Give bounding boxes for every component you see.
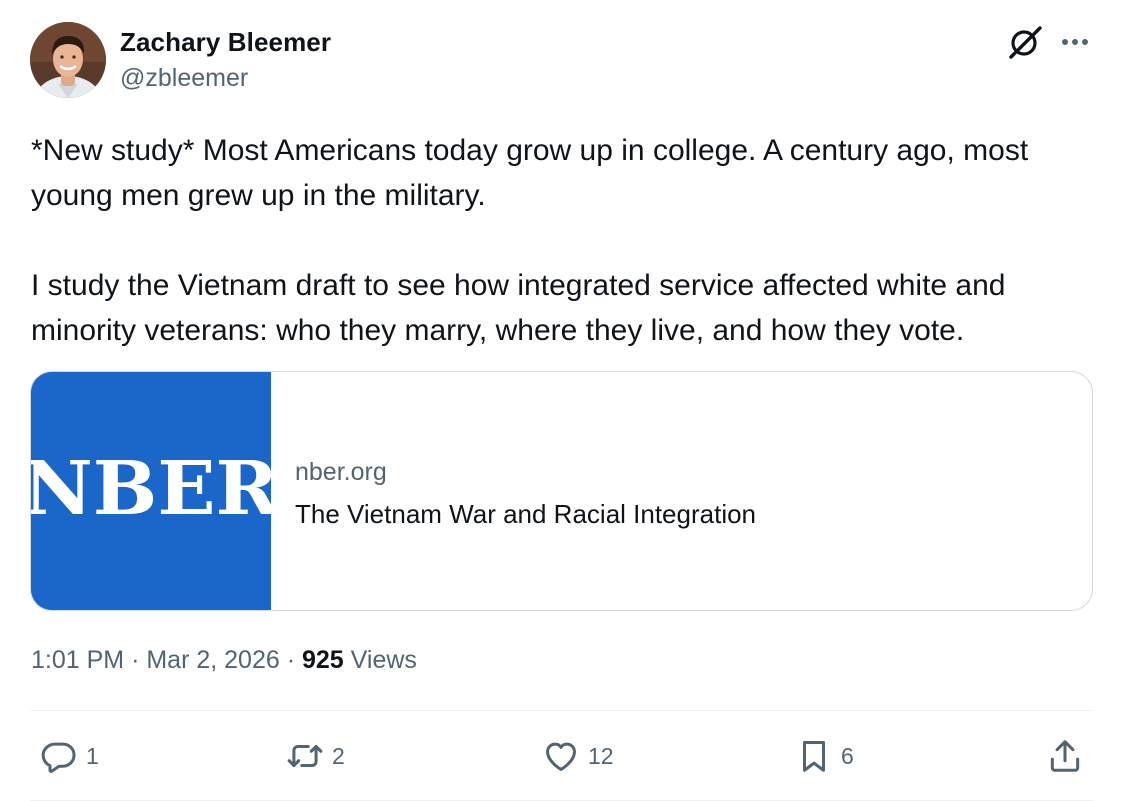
avatar-image xyxy=(30,22,106,98)
like-count: 12 xyxy=(588,742,614,769)
nber-logo-image: NBER xyxy=(31,372,280,610)
divider xyxy=(30,710,1093,711)
card-title: The Vietnam War and Racial Integration xyxy=(295,499,757,529)
share-button[interactable] xyxy=(1046,734,1084,778)
tweet-text: *New study* Most Americans today grow up… xyxy=(31,128,1101,353)
tweet-meta: 1:01 PM · Mar 2, 2026 · 925 Views xyxy=(31,646,417,675)
share-icon xyxy=(1050,740,1080,772)
repost-button[interactable]: 2 xyxy=(286,734,345,778)
bookmark-button[interactable]: 6 xyxy=(795,734,854,778)
more-horizontal-icon[interactable] xyxy=(1057,24,1093,60)
reply-count: 1 xyxy=(86,742,99,769)
avatar[interactable] xyxy=(30,22,106,98)
like-button[interactable]: 12 xyxy=(542,734,614,778)
nber-logo-text: NBER xyxy=(31,446,271,532)
tweet-time[interactable]: 1:01 PM xyxy=(31,646,124,674)
tweet: Zachary Bleemer @zbleemer *New study* Mo… xyxy=(0,0,1123,801)
repost-icon xyxy=(287,744,323,768)
repost-count: 2 xyxy=(332,742,345,769)
heart-icon xyxy=(546,742,576,771)
link-preview-card[interactable]: NBER nber.org The Vietnam War and Racial… xyxy=(30,371,1093,611)
tweet-date[interactable]: Mar 2, 2026 xyxy=(146,646,279,674)
views-label: Views xyxy=(350,646,417,674)
author-display-name[interactable]: Zachary Bleemer xyxy=(120,27,331,58)
tweet-paragraph-1: *New study* Most Americans today grow up… xyxy=(31,134,1029,212)
reply-icon xyxy=(41,742,76,773)
grok-icon[interactable] xyxy=(1005,22,1045,62)
bookmark-count: 6 xyxy=(841,742,854,769)
reply-button[interactable]: 1 xyxy=(40,734,99,778)
author-handle[interactable]: @zbleemer xyxy=(120,64,248,93)
meta-separator: · xyxy=(286,646,296,674)
bookmark-icon xyxy=(802,741,826,772)
tweet-paragraph-2: I study the Vietnam draft to see how int… xyxy=(31,269,1006,347)
card-domain: nber.org xyxy=(295,458,387,486)
meta-separator: · xyxy=(131,646,140,674)
views-count: 925 xyxy=(302,646,344,674)
